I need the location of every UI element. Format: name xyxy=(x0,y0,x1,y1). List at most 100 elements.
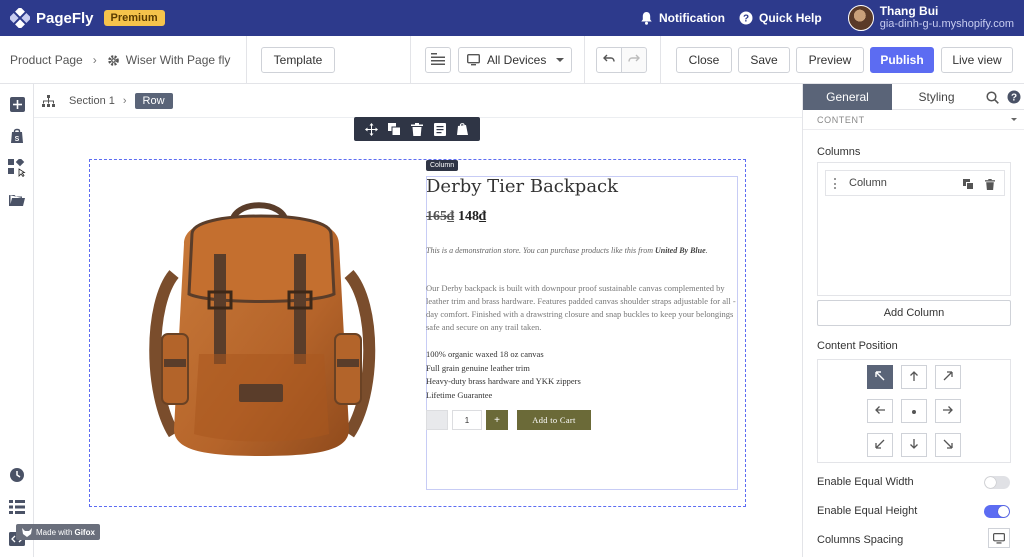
search-icon[interactable] xyxy=(981,84,1003,110)
dot-icon xyxy=(911,402,917,420)
quantity-plus-button[interactable]: + xyxy=(486,410,508,430)
column-item-label: Column xyxy=(849,177,887,189)
breadcrumb-product-page[interactable]: Product Page xyxy=(10,53,83,67)
page-name[interactable]: Wiser With Page fly xyxy=(126,53,231,67)
breadcrumb-row[interactable]: Row xyxy=(134,93,173,109)
close-button[interactable]: Close xyxy=(676,47,732,73)
editor-canvas[interactable]: Section 1 › Row Column Derby Tier Backpa… xyxy=(34,84,802,557)
monitor-icon xyxy=(467,54,480,66)
top-bar: PageFly Premium Notification ? Quick Hel… xyxy=(0,0,1024,36)
help-circle-icon: ? xyxy=(739,11,753,25)
device-select-label: All Devices xyxy=(487,53,547,67)
help-icon[interactable]: ? xyxy=(1003,84,1024,110)
history-clock-icon[interactable] xyxy=(8,466,26,484)
product-description: Our Derby backpack is built with downpou… xyxy=(426,283,736,332)
quantity-minus-button[interactable] xyxy=(426,410,448,430)
preview-button[interactable]: Preview xyxy=(796,47,864,73)
position-top-center[interactable] xyxy=(901,365,927,389)
notification-label: Notification xyxy=(659,11,726,25)
left-sidebar: S xyxy=(0,84,34,557)
feature-item: Full grain genuine leather trim xyxy=(426,362,530,373)
content-section-label: CONTENT xyxy=(817,114,865,125)
trash-icon[interactable] xyxy=(984,178,996,190)
shopify-bag-icon[interactable]: S xyxy=(8,127,26,145)
element-toolbar xyxy=(354,117,480,141)
save-button[interactable]: Save xyxy=(738,47,790,73)
premium-badge: Premium xyxy=(103,10,165,26)
publish-button[interactable]: Publish xyxy=(870,47,934,73)
breadcrumb-section[interactable]: Section 1 xyxy=(69,95,115,107)
divider xyxy=(410,36,411,84)
list-item[interactable]: Column xyxy=(825,170,1005,196)
position-middle-left[interactable] xyxy=(867,399,893,423)
fox-icon xyxy=(22,527,32,537)
undo-icon xyxy=(603,53,615,67)
store-note-text: This is a demonstration store. You can p… xyxy=(426,246,653,255)
position-top-left[interactable] xyxy=(867,365,893,389)
sections-icon[interactable] xyxy=(8,159,26,177)
gifox-watermark: Made with Gifox xyxy=(16,524,100,540)
arrow-up-icon xyxy=(909,368,919,386)
content-section-header[interactable]: CONTENT xyxy=(803,110,1024,130)
user-menu[interactable]: Thang Bui gia-dinh-g-u.myshopify.com xyxy=(847,5,1014,31)
redo-button[interactable] xyxy=(621,47,647,73)
shopify-icon[interactable] xyxy=(456,122,470,136)
product-title[interactable]: Derby Tier Backpack xyxy=(426,176,618,197)
divider xyxy=(246,36,247,84)
pagefly-logo-icon xyxy=(8,6,32,30)
device-select[interactable]: All Devices xyxy=(458,47,572,73)
inspector-tabs: General Styling ? xyxy=(803,84,1024,110)
arrow-down-left-icon xyxy=(875,436,885,454)
trash-icon[interactable] xyxy=(410,122,424,136)
folder-icon[interactable] xyxy=(8,191,26,209)
inspector-panel: General Styling ? CONTENT Columns Column xyxy=(802,84,1024,557)
equal-height-toggle[interactable] xyxy=(984,505,1010,518)
duplicate-icon[interactable] xyxy=(387,122,401,136)
chevron-right-icon: › xyxy=(92,53,97,67)
move-icon[interactable] xyxy=(364,122,378,136)
user-shop: gia-dinh-g-u.myshopify.com xyxy=(879,18,1014,30)
add-column-button[interactable]: Add Column xyxy=(817,300,1011,326)
position-middle-right[interactable] xyxy=(935,399,961,423)
drag-handle-icon[interactable] xyxy=(834,177,837,189)
undo-button[interactable] xyxy=(596,47,622,73)
column-tag[interactable]: Column xyxy=(426,160,459,171)
arrow-down-icon xyxy=(909,436,919,454)
quantity-input[interactable]: 1 xyxy=(452,410,482,430)
quick-help-label: Quick Help xyxy=(759,11,822,25)
quick-help-link[interactable]: ? Quick Help xyxy=(739,11,822,25)
svg-text:?: ? xyxy=(1011,93,1017,104)
content-position-grid xyxy=(817,359,1011,463)
position-center[interactable] xyxy=(901,399,927,423)
save-template-icon[interactable] xyxy=(433,122,447,136)
compare-price: 165₫ xyxy=(426,209,455,224)
editor-toolbar: Product Page › Wiser With Page fly Templ… xyxy=(0,36,1024,84)
tab-general[interactable]: General xyxy=(803,84,892,110)
position-top-right[interactable] xyxy=(935,365,961,389)
arrow-up-left-icon xyxy=(875,368,885,386)
text-settings-button[interactable] xyxy=(425,47,451,73)
template-button[interactable]: Template xyxy=(261,47,335,73)
outline-list-icon[interactable] xyxy=(8,498,26,516)
chevron-right-icon: › xyxy=(122,95,127,107)
store-note-brand[interactable]: United By Blue xyxy=(655,246,706,255)
gear-icon[interactable] xyxy=(107,54,120,67)
breadcrumb: Product Page › Wiser With Page fly xyxy=(10,53,230,67)
tab-styling[interactable]: Styling xyxy=(892,84,981,110)
position-bottom-center[interactable] xyxy=(901,433,927,457)
add-element-icon[interactable] xyxy=(8,95,26,113)
equal-width-label: Enable Equal Width xyxy=(817,476,914,488)
logo[interactable]: PageFly xyxy=(8,6,94,30)
equal-width-toggle[interactable] xyxy=(984,476,1010,489)
watermark-brand: Gifox xyxy=(74,527,95,537)
product-image[interactable] xyxy=(144,194,379,464)
arrow-down-right-icon xyxy=(943,436,953,454)
live-view-button[interactable]: Live view xyxy=(941,47,1013,73)
notification-link[interactable]: Notification xyxy=(639,11,725,25)
add-to-cart-button[interactable]: Add to Cart xyxy=(517,410,591,430)
responsive-monitor-icon[interactable] xyxy=(988,528,1010,548)
feature-item: Heavy-duty brass hardware and YKK zipper… xyxy=(426,376,581,386)
position-bottom-left[interactable] xyxy=(867,433,893,457)
position-bottom-right[interactable] xyxy=(935,433,961,457)
duplicate-icon[interactable] xyxy=(962,178,974,190)
